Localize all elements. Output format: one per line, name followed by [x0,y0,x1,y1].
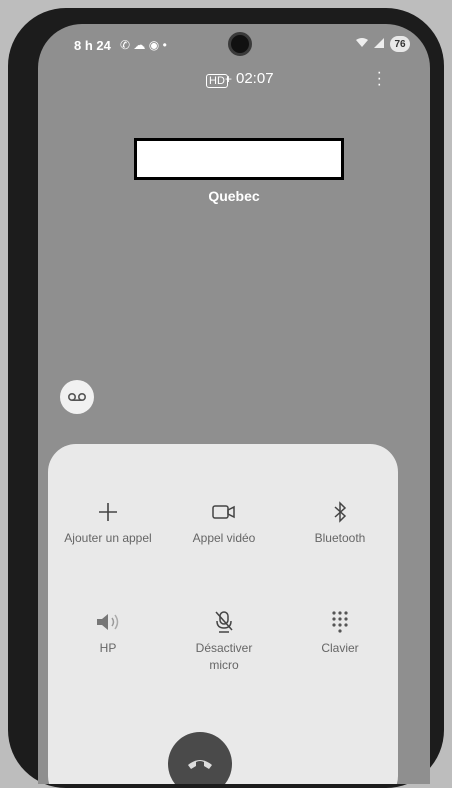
phone-icon: ✆ [120,38,131,52]
bluetooth-icon [334,501,347,523]
speaker-label: HP [99,641,117,655]
hd-plus-badge: + [225,72,233,86]
call-actions-panel: Ajouter un appel Appel vidéo Bluetooth H… [48,444,398,784]
signal-icon [374,37,384,51]
plus-icon [99,503,117,521]
keypad-label: Clavier [321,641,359,655]
mute-label: Désactiver micro [195,641,253,672]
bluetooth-label: Bluetooth [314,531,366,545]
video-call-label: Appel vidéo [192,531,256,545]
add-call-label: Ajouter un appel [64,531,152,545]
record-icon: ◉ [148,38,160,52]
battery-indicator: 76 [390,36,410,52]
bluetooth-button[interactable]: Bluetooth [282,494,398,547]
dot-icon: • [162,38,167,52]
wifi-icon [356,37,368,51]
video-camera-icon [212,505,235,519]
status-time: 8 h 24 [74,38,111,53]
keypad-icon [332,611,348,633]
speaker-icon [97,614,119,630]
cloud-icon: ☁ [133,38,146,52]
more-options-icon[interactable]: · · · [377,65,382,93]
caller-location: Quebec [208,188,260,204]
speaker-button[interactable]: HP [50,604,166,657]
mute-button[interactable]: Désactiver micro [166,604,282,674]
mic-off-icon [215,611,233,633]
video-call-button[interactable]: Appel vidéo [166,494,282,547]
keypad-button[interactable]: Clavier [282,604,398,657]
status-notification-icons: ✆ ☁ ◉ • [120,38,167,52]
voicemail-icon [68,393,86,401]
redacted-caller-name [134,138,344,180]
front-camera [228,32,252,56]
voicemail-button[interactable] [60,380,94,414]
add-call-button[interactable]: Ajouter un appel [50,494,166,547]
end-call-icon [188,760,212,769]
status-right-icons: 76 [356,36,410,52]
call-timer: 02:07 [236,70,274,87]
call-screen: 8 h 24 ✆ ☁ ◉ • 76 HD + 02:07 · · · Quebec [38,24,430,784]
